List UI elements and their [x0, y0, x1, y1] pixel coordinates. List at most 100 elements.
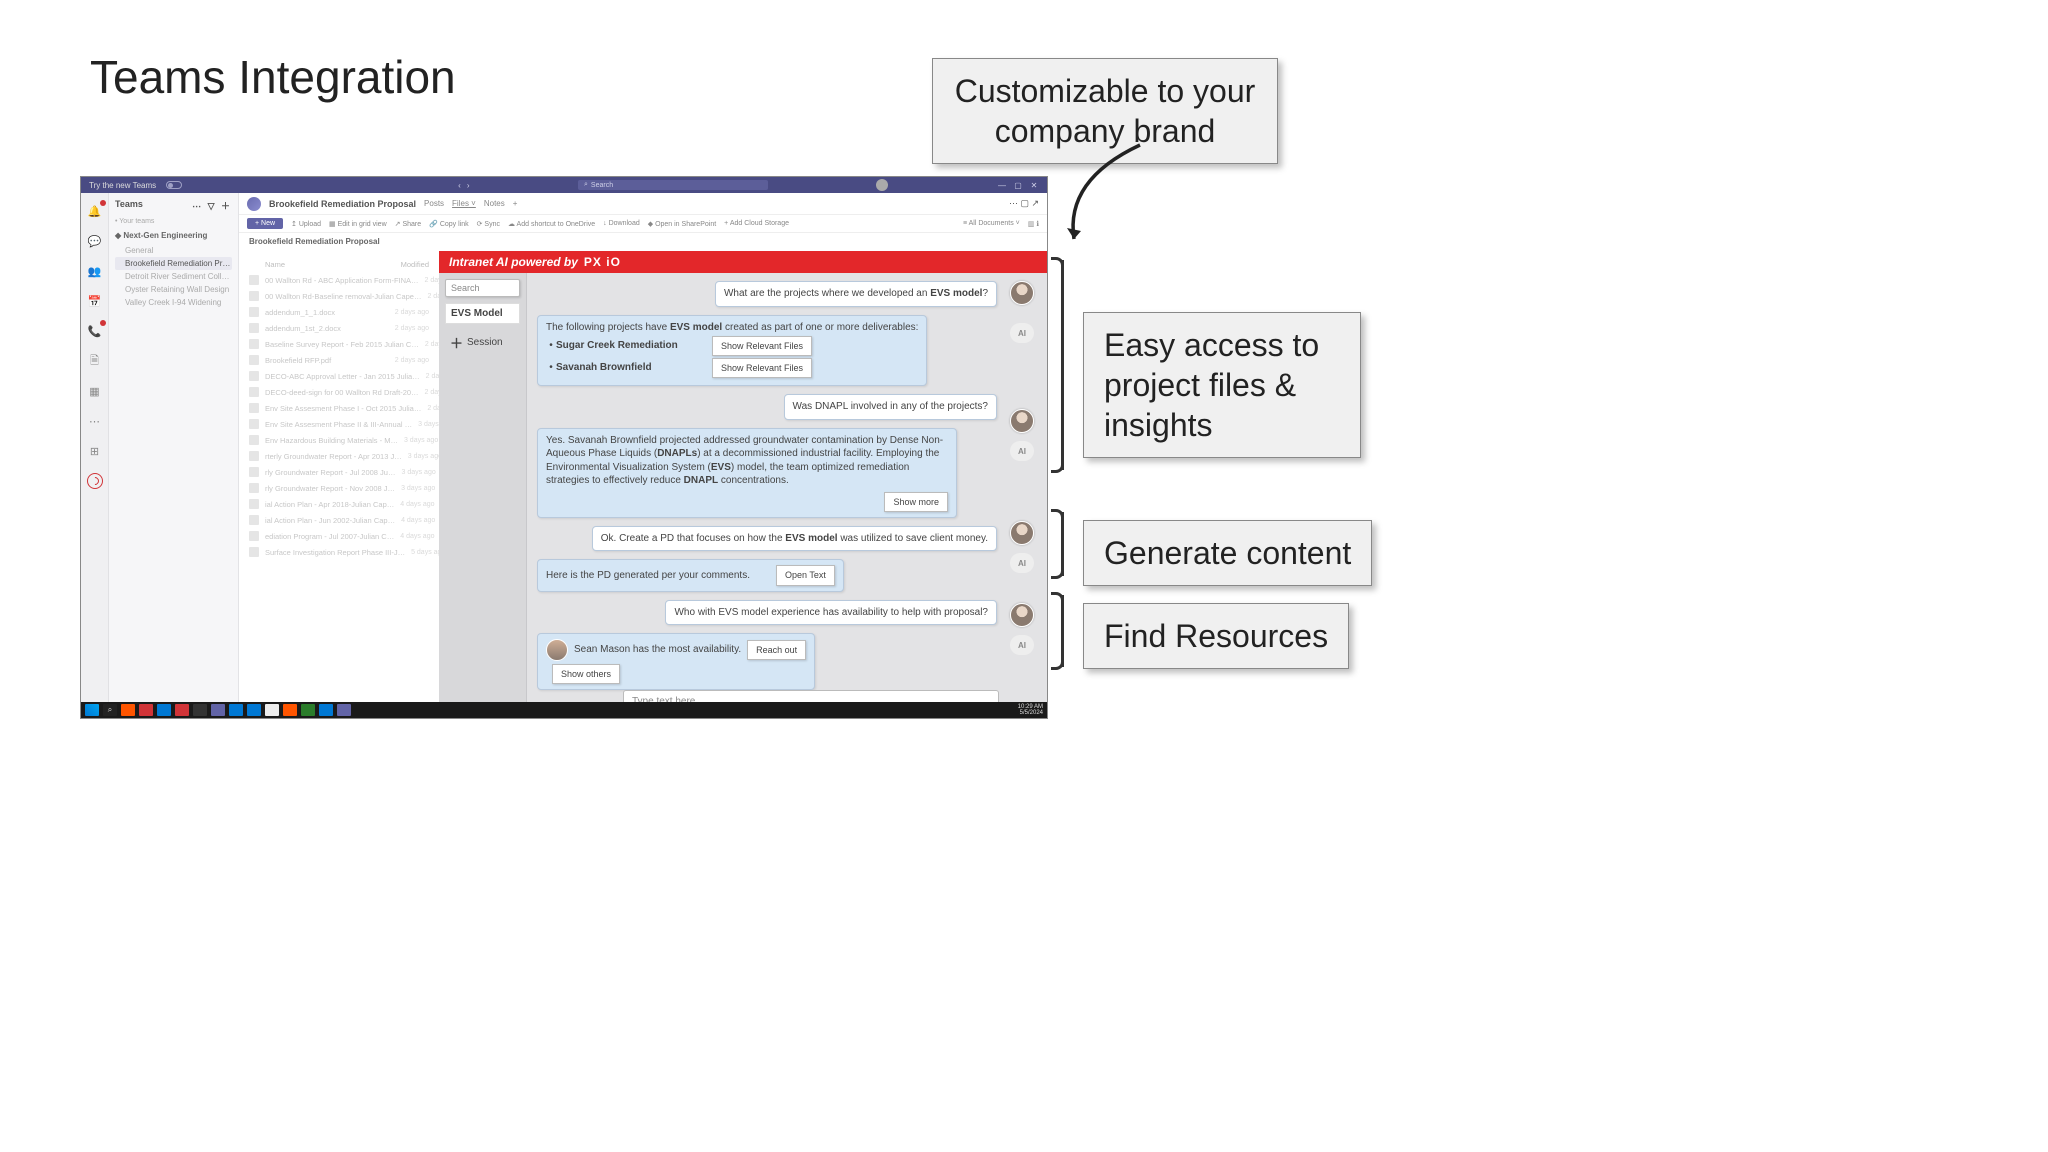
file-icon [249, 291, 259, 301]
new-session-button[interactable]: ＋Session [445, 330, 520, 355]
action-button[interactable]: Open Text [776, 565, 835, 585]
breadcrumb[interactable]: Brookefield Remediation Proposal [239, 233, 1047, 250]
rail-teams[interactable]: 👥 [87, 263, 103, 279]
file-name: DECO-ABC Approval Letter - Jan 2015 Juli… [265, 372, 420, 381]
teams-list-controls[interactable]: ⋯ ▽ ＋ [192, 199, 232, 212]
tab-notes[interactable]: Notes [484, 199, 505, 208]
try-new-toggle[interactable] [166, 181, 182, 189]
tab-add[interactable]: + [513, 199, 518, 208]
user-message: Ok. Create a PD that focuses on how the … [537, 526, 997, 552]
file-row[interactable]: ediation Program - Jul 2007-Julian C…4 d… [239, 528, 439, 544]
view-options-icon[interactable]: ▥ ℹ [1028, 220, 1039, 228]
file-row[interactable]: 00 Wallton Rd - ABC Application Form-FIN… [239, 272, 439, 288]
show-others-button[interactable]: Show others [552, 664, 620, 684]
minimize-icon[interactable]: — [997, 181, 1007, 190]
rail-calls[interactable]: 📞 [87, 323, 103, 339]
file-row[interactable]: 00 Wallton Rd-Baseline removal-Julian Ca… [239, 288, 439, 304]
tab-files[interactable]: Files ˅ [452, 199, 476, 208]
show-files-button[interactable]: Show Relevant Files [712, 358, 812, 378]
taskbar-app[interactable] [193, 704, 207, 716]
taskbar-start[interactable] [85, 704, 99, 716]
profile-avatar[interactable] [876, 179, 888, 191]
taskbar-app[interactable] [265, 704, 279, 716]
file-row[interactable]: addendum_1_1.docx2 days ago [239, 304, 439, 320]
file-row[interactable]: ial Action Plan - Jun 2002-Julian Cap…4 … [239, 512, 439, 528]
file-icon [249, 483, 259, 493]
taskbar-app[interactable] [319, 704, 333, 716]
rail-apps[interactable]: ▦ [87, 383, 103, 399]
file-row[interactable]: DECO-deed-sign for 00 Wallton Rd Draft-2… [239, 384, 439, 400]
ai-sidebar: Search EVS Model ＋Session [439, 273, 527, 718]
rail-calendar[interactable]: 📅 [87, 293, 103, 309]
command-bar: + New ↥ Upload ▦ Edit in grid view ↗ Sha… [239, 215, 1047, 233]
tab-posts[interactable]: Posts [424, 199, 444, 208]
rail-files[interactable]: 🗎 [87, 353, 103, 369]
file-row[interactable]: DECO-ABC Approval Letter - Jan 2015 Juli… [239, 368, 439, 384]
taskbar-app[interactable] [337, 704, 351, 716]
maximize-icon[interactable]: ▢ [1013, 181, 1023, 190]
taskbar-app[interactable] [283, 704, 297, 716]
file-modified: 3 days ago [401, 485, 435, 492]
channel-detroit[interactable]: Detroit River Sediment Collection [115, 270, 232, 283]
edit-grid-button[interactable]: ▦ Edit in grid view [329, 220, 387, 228]
rail-more[interactable]: ⋯ [87, 413, 103, 429]
taskbar-app[interactable] [157, 704, 171, 716]
shortcut-button[interactable]: ☁ Add shortcut to OneDrive [508, 220, 595, 228]
file-row[interactable]: addendum_1st_2.docx2 days ago [239, 320, 439, 336]
copylink-button[interactable]: 🔗 Copy link [429, 220, 468, 228]
download-button[interactable]: ↓ Download [603, 220, 640, 227]
file-row[interactable]: ial Action Plan - Apr 2018-Julian Cap…4 … [239, 496, 439, 512]
channel-general[interactable]: General [115, 244, 232, 257]
channel-brookefield[interactable]: Brookefield Remediation Proposal [115, 257, 232, 270]
open-sharepoint-button[interactable]: ◆ Open in SharePoint [648, 220, 716, 228]
taskbar-app[interactable] [211, 704, 225, 716]
rail-chat[interactable]: 💬 [87, 233, 103, 249]
file-row[interactable]: Brookefield RFP.pdf2 days ago [239, 352, 439, 368]
show-files-button[interactable]: Show Relevant Files [712, 336, 812, 356]
channel-valley[interactable]: Valley Creek I-94 Widening [115, 296, 232, 309]
share-button[interactable]: ↗ Share [395, 220, 422, 228]
new-button[interactable]: + New [247, 218, 283, 229]
ai-search-input[interactable]: Search [445, 279, 520, 297]
nav-fwd[interactable]: › [467, 181, 470, 190]
file-row[interactable]: Env Hazardous Building Materials - M…3 d… [239, 432, 439, 448]
reach-out-button[interactable]: Reach out [747, 640, 806, 660]
taskbar-app[interactable] [139, 704, 153, 716]
file-name: Surface Investigation Report Phase III-J… [265, 548, 405, 557]
file-row[interactable]: Env Site Assesment Phase I - Oct 2015 Ju… [239, 400, 439, 416]
upload-button[interactable]: ↥ Upload [291, 220, 321, 228]
try-new-teams[interactable]: Try the new Teams [89, 181, 156, 190]
taskbar-search[interactable]: ⌕ [103, 704, 117, 716]
ai-banner: Intranet AI powered by PX iO [439, 251, 1047, 273]
taskbar-app[interactable] [175, 704, 189, 716]
rail-activity[interactable]: 🔔 [87, 203, 103, 219]
all-documents-dropdown[interactable]: ≡ All Documents ˅ [963, 220, 1020, 227]
taskbar-app[interactable] [301, 704, 315, 716]
channel-more-icon[interactable]: ⋯ ▢ ↗ [1009, 198, 1039, 209]
sync-button[interactable]: ⟳ Sync [477, 220, 500, 228]
show-more-button[interactable]: Show more [884, 492, 948, 512]
ai-session-label[interactable]: EVS Model [445, 303, 520, 324]
team-name[interactable]: ◆ Next-Gen Engineering [115, 231, 232, 240]
taskbar-app[interactable] [229, 704, 243, 716]
taskbar-clock[interactable]: 10:29 AM5/5/2024 [1018, 704, 1043, 716]
file-row[interactable]: rly Groundwater Report - Jul 2008 Ju…3 d… [239, 464, 439, 480]
rail-store[interactable]: ⊞ [87, 443, 103, 459]
close-icon[interactable]: ✕ [1029, 181, 1039, 190]
ai-avatar [1010, 323, 1034, 343]
file-row[interactable]: rterly Groundwater Report - Apr 2013 J…3… [239, 448, 439, 464]
cloud-storage-button[interactable]: + Add Cloud Storage [724, 220, 789, 227]
file-row[interactable]: Baseline Survey Report - Feb 2015 Julian… [239, 336, 439, 352]
nav-back[interactable]: ‹ [458, 181, 461, 190]
file-modified: 2 days ago [425, 389, 439, 396]
channel-oyster[interactable]: Oyster Retaining Wall Design [115, 283, 232, 296]
file-modified: 2 days ago [427, 293, 439, 300]
file-row[interactable]: Surface Investigation Report Phase III-J… [239, 544, 439, 560]
taskbar-app[interactable] [121, 704, 135, 716]
file-row[interactable]: rly Groundwater Report - Nov 2008 J…3 da… [239, 480, 439, 496]
rail-pxio[interactable] [87, 473, 103, 489]
global-search[interactable]: ⌕Search [578, 180, 768, 190]
taskbar-app[interactable] [247, 704, 261, 716]
file-row[interactable]: Env Site Assesment Phase II & III-Annual… [239, 416, 439, 432]
file-name: rterly Groundwater Report - Apr 2013 J… [265, 452, 402, 461]
